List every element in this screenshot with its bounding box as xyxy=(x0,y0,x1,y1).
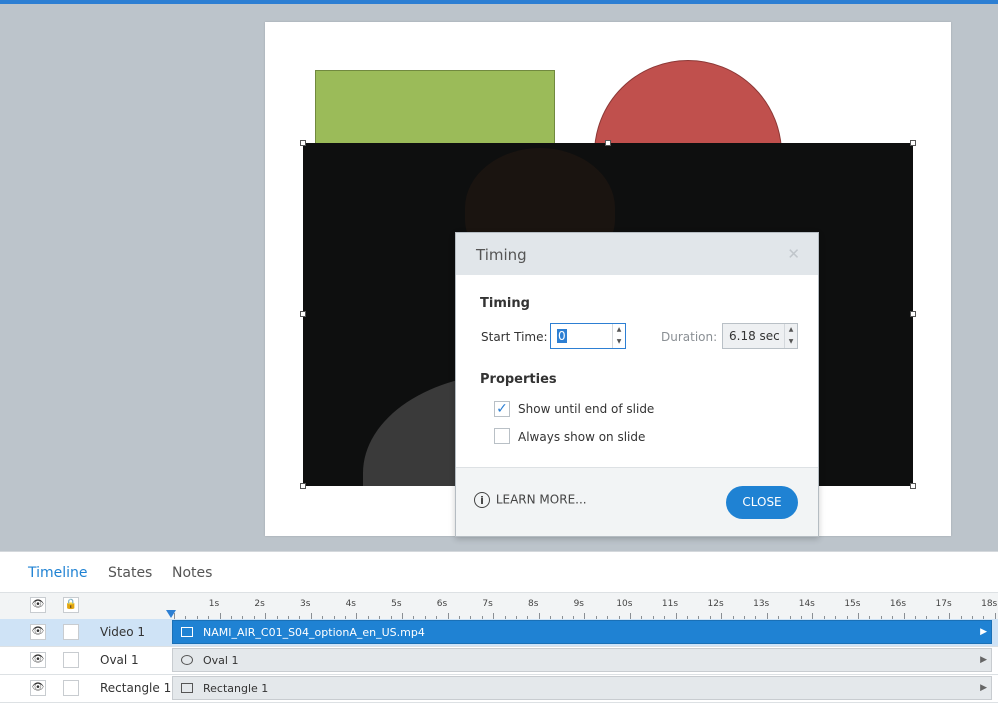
resize-handle-tl[interactable] xyxy=(300,140,306,146)
lock-icon[interactable]: 🔒 xyxy=(63,597,79,613)
learn-more-label: LEARN MORE... xyxy=(495,492,587,507)
timeline-bar-rectangle[interactable]: Rectangle 1 ▶ xyxy=(172,676,992,700)
lock-checkbox[interactable] xyxy=(63,652,79,668)
timeline-row-oval-1[interactable]: 👁 Oval 1 Oval 1 ▶ xyxy=(0,647,998,675)
info-icon: i xyxy=(474,492,490,508)
oval-icon xyxy=(181,655,193,665)
visibility-eye-icon[interactable]: 👁 xyxy=(30,680,46,696)
timeline-panel: Timeline States Notes 👁 🔒 1s 2s 3s 4s 5s 6s 7s… xyxy=(0,551,998,707)
ruler-tick-label: 14s xyxy=(798,599,815,609)
start-time-label: Start Time: xyxy=(481,330,548,344)
show-until-end-checkbox[interactable]: ✓ xyxy=(494,401,510,417)
resize-handle-r[interactable] xyxy=(910,311,916,317)
stepper-arrows-icon[interactable]: ▲ ▼ xyxy=(612,324,625,348)
ruler-tick-label: 10s xyxy=(616,599,633,609)
stepper-arrows-icon: ▲ ▼ xyxy=(784,324,797,348)
row-name: Oval 1 xyxy=(100,653,139,667)
lock-checkbox[interactable] xyxy=(63,624,79,640)
tab-notes[interactable]: Notes xyxy=(172,565,212,581)
resize-handle-l[interactable] xyxy=(300,311,306,317)
ruler-tick-label: 12s xyxy=(707,599,724,609)
timeline-bar-video[interactable]: NAMI_AIR_C01_S04_optionA_en_US.mp4 ▶ xyxy=(172,620,992,644)
start-time-stepper[interactable]: 0 ▲ ▼ xyxy=(550,323,626,349)
ruler-tick-label: 3s xyxy=(299,599,311,609)
timeline-row-video-1[interactable]: 👁 Video 1 NAMI_AIR_C01_S04_optionA_en_US… xyxy=(0,619,998,647)
lock-checkbox[interactable] xyxy=(63,680,79,696)
rectangle-icon xyxy=(181,683,193,693)
bar-label: NAMI_AIR_C01_S04_optionA_en_US.mp4 xyxy=(203,626,425,639)
ruler-tick-label: 17s xyxy=(935,599,952,609)
start-time-value[interactable]: 0 xyxy=(557,329,567,343)
ruler-tick-label: 16s xyxy=(889,599,907,609)
timing-dialog: Timing ✕ Timing Start Time: 0 ▲ ▼ Duratio… xyxy=(455,232,819,537)
resize-handle-tr[interactable] xyxy=(910,140,916,146)
ruler-tick-label: 4s xyxy=(345,599,357,609)
always-show-label[interactable]: Always show on slide xyxy=(518,430,645,444)
bar-label: Oval 1 xyxy=(203,654,239,667)
eye-icon[interactable]: 👁 xyxy=(30,597,46,613)
show-until-end-label[interactable]: Show until end of slide xyxy=(518,402,654,416)
rectangle-shape[interactable] xyxy=(315,70,555,152)
row-name: Rectangle 1 xyxy=(100,681,172,695)
resize-handle-t[interactable] xyxy=(605,140,611,146)
ruler-tick-label: 1s xyxy=(208,599,220,609)
duration-value: 6.18 sec xyxy=(729,329,780,343)
ruler-tick-label: 2s xyxy=(254,599,265,609)
always-show-checkbox[interactable] xyxy=(494,428,510,444)
duration-stepper: 6.18 sec ▲ ▼ xyxy=(722,323,798,349)
tab-states[interactable]: States xyxy=(108,565,152,581)
ruler-tick-label: 7s xyxy=(482,599,493,609)
timeline-row-rectangle-1[interactable]: 👁 Rectangle 1 Rectangle 1 ▶ xyxy=(0,675,998,703)
close-icon[interactable]: ✕ xyxy=(787,245,800,263)
ruler-tick-label: 11s xyxy=(661,599,679,609)
expand-arrow-icon[interactable]: ▶ xyxy=(980,627,987,637)
resize-handle-bl[interactable] xyxy=(300,483,306,489)
ruler-tick-label: 8s xyxy=(527,599,539,609)
timeline-bar-oval[interactable]: Oval 1 ▶ xyxy=(172,648,992,672)
dialog-header: Timing ✕ xyxy=(456,233,818,275)
timeline-tabs: Timeline States Notes xyxy=(0,552,998,592)
timeline-ruler-row: 👁 🔒 1s 2s 3s 4s 5s 6s 7s 8s 9s 10s 11s 12s 13s 14s 15s… xyxy=(0,592,998,620)
dialog-title: Timing xyxy=(476,246,527,264)
duration-label: Duration: xyxy=(661,330,718,344)
visibility-eye-icon[interactable]: 👁 xyxy=(30,652,46,668)
ruler-tick-label: 18s xyxy=(981,599,998,609)
ruler-tick-label: 9s xyxy=(573,599,585,609)
video-icon xyxy=(181,627,193,637)
resize-handle-br[interactable] xyxy=(910,483,916,489)
expand-arrow-icon[interactable]: ▶ xyxy=(980,655,987,665)
visibility-eye-icon[interactable]: 👁 xyxy=(30,624,46,640)
tab-timeline[interactable]: Timeline xyxy=(28,565,88,581)
properties-section-heading: Properties xyxy=(480,372,557,387)
bar-label: Rectangle 1 xyxy=(203,682,269,695)
expand-arrow-icon[interactable]: ▶ xyxy=(980,683,987,693)
ruler-tick-label: 15s xyxy=(844,599,861,609)
ruler-tick-label: 6s xyxy=(436,599,448,609)
row-name: Video 1 xyxy=(100,625,146,639)
timeline-ruler[interactable]: 1s 2s 3s 4s 5s 6s 7s 8s 9s 10s 11s 12s 13s 14s 15s 16s 1… xyxy=(170,593,998,619)
dialog-footer: i LEARN MORE... CLOSE xyxy=(456,467,818,536)
ruler-tick-label: 13s xyxy=(753,599,770,609)
ruler-tick-label: 5s xyxy=(391,599,402,609)
close-button[interactable]: CLOSE xyxy=(726,486,798,519)
timing-section-heading: Timing xyxy=(480,296,530,311)
learn-more-link[interactable]: i LEARN MORE... xyxy=(474,492,587,508)
